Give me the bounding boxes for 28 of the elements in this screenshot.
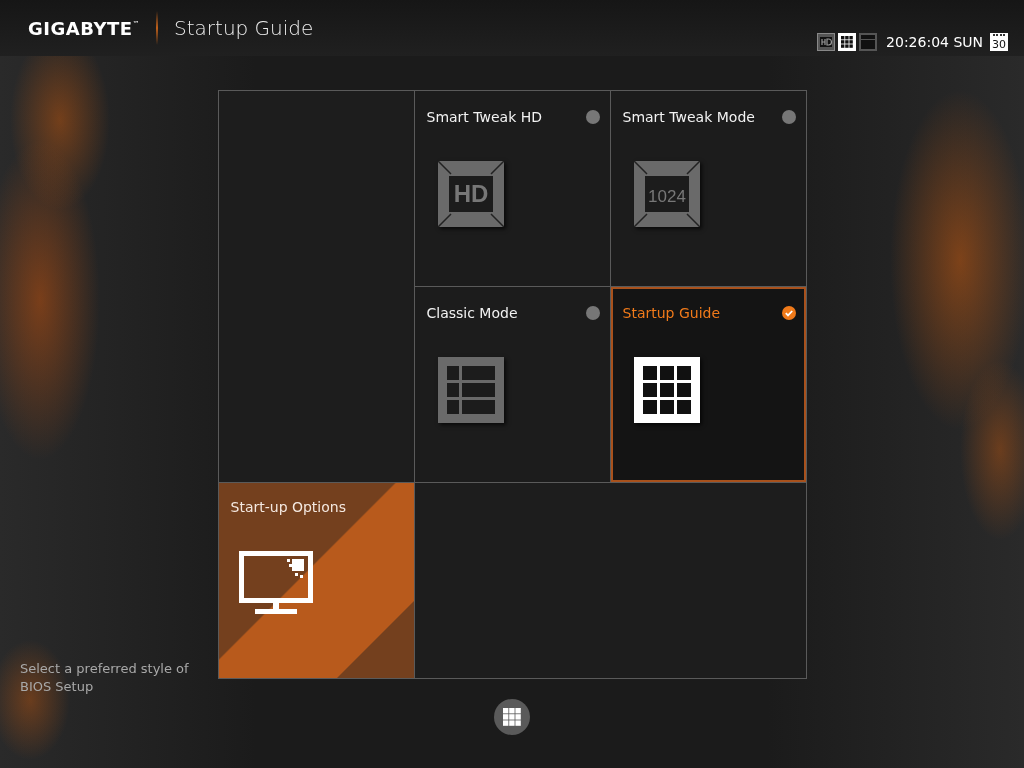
tile-title: Classic Mode bbox=[426, 305, 518, 321]
radio-dot bbox=[585, 110, 600, 124]
clock-text: 20:26:04 SUN bbox=[886, 34, 983, 50]
mode-tile[interactable]: Startup Guide bbox=[610, 287, 806, 482]
icon-text: HD bbox=[453, 180, 488, 207]
icon-text: 1024 bbox=[647, 187, 686, 206]
table-icon bbox=[437, 357, 504, 423]
mode-tile[interactable]: Smart Tweak Mode 1024 bbox=[610, 91, 806, 286]
tile-title: Start-up Options bbox=[230, 499, 346, 515]
mode-tile[interactable]: Smart Tweak HD HD bbox=[414, 91, 610, 286]
brand-logo: GIGABYTE$^{™}$ bbox=[28, 17, 141, 39]
hint-text: Select a preferred style of BIOS Setup bbox=[20, 660, 190, 696]
radio-dot bbox=[585, 306, 600, 320]
page-title: Startup Guide bbox=[174, 16, 314, 40]
radio-dot bbox=[781, 110, 796, 124]
grid-icon bbox=[633, 357, 700, 423]
check-icon bbox=[781, 306, 796, 320]
hd-view-icon[interactable] bbox=[817, 33, 836, 51]
grid-menu-button[interactable] bbox=[494, 699, 530, 735]
tile-title: Startup Guide bbox=[622, 305, 721, 321]
options-tile[interactable]: Start-up Options bbox=[218, 483, 414, 678]
tile-title: Smart Tweak Mode bbox=[622, 109, 755, 125]
calendar-icon: 30 bbox=[990, 33, 1008, 51]
grid-icon bbox=[503, 708, 521, 726]
monitor-icon bbox=[238, 551, 313, 617]
grid-view-icon[interactable] bbox=[838, 33, 857, 51]
tile-title: Smart Tweak HD bbox=[426, 109, 543, 125]
mode-tile[interactable]: Classic Mode bbox=[414, 287, 610, 482]
